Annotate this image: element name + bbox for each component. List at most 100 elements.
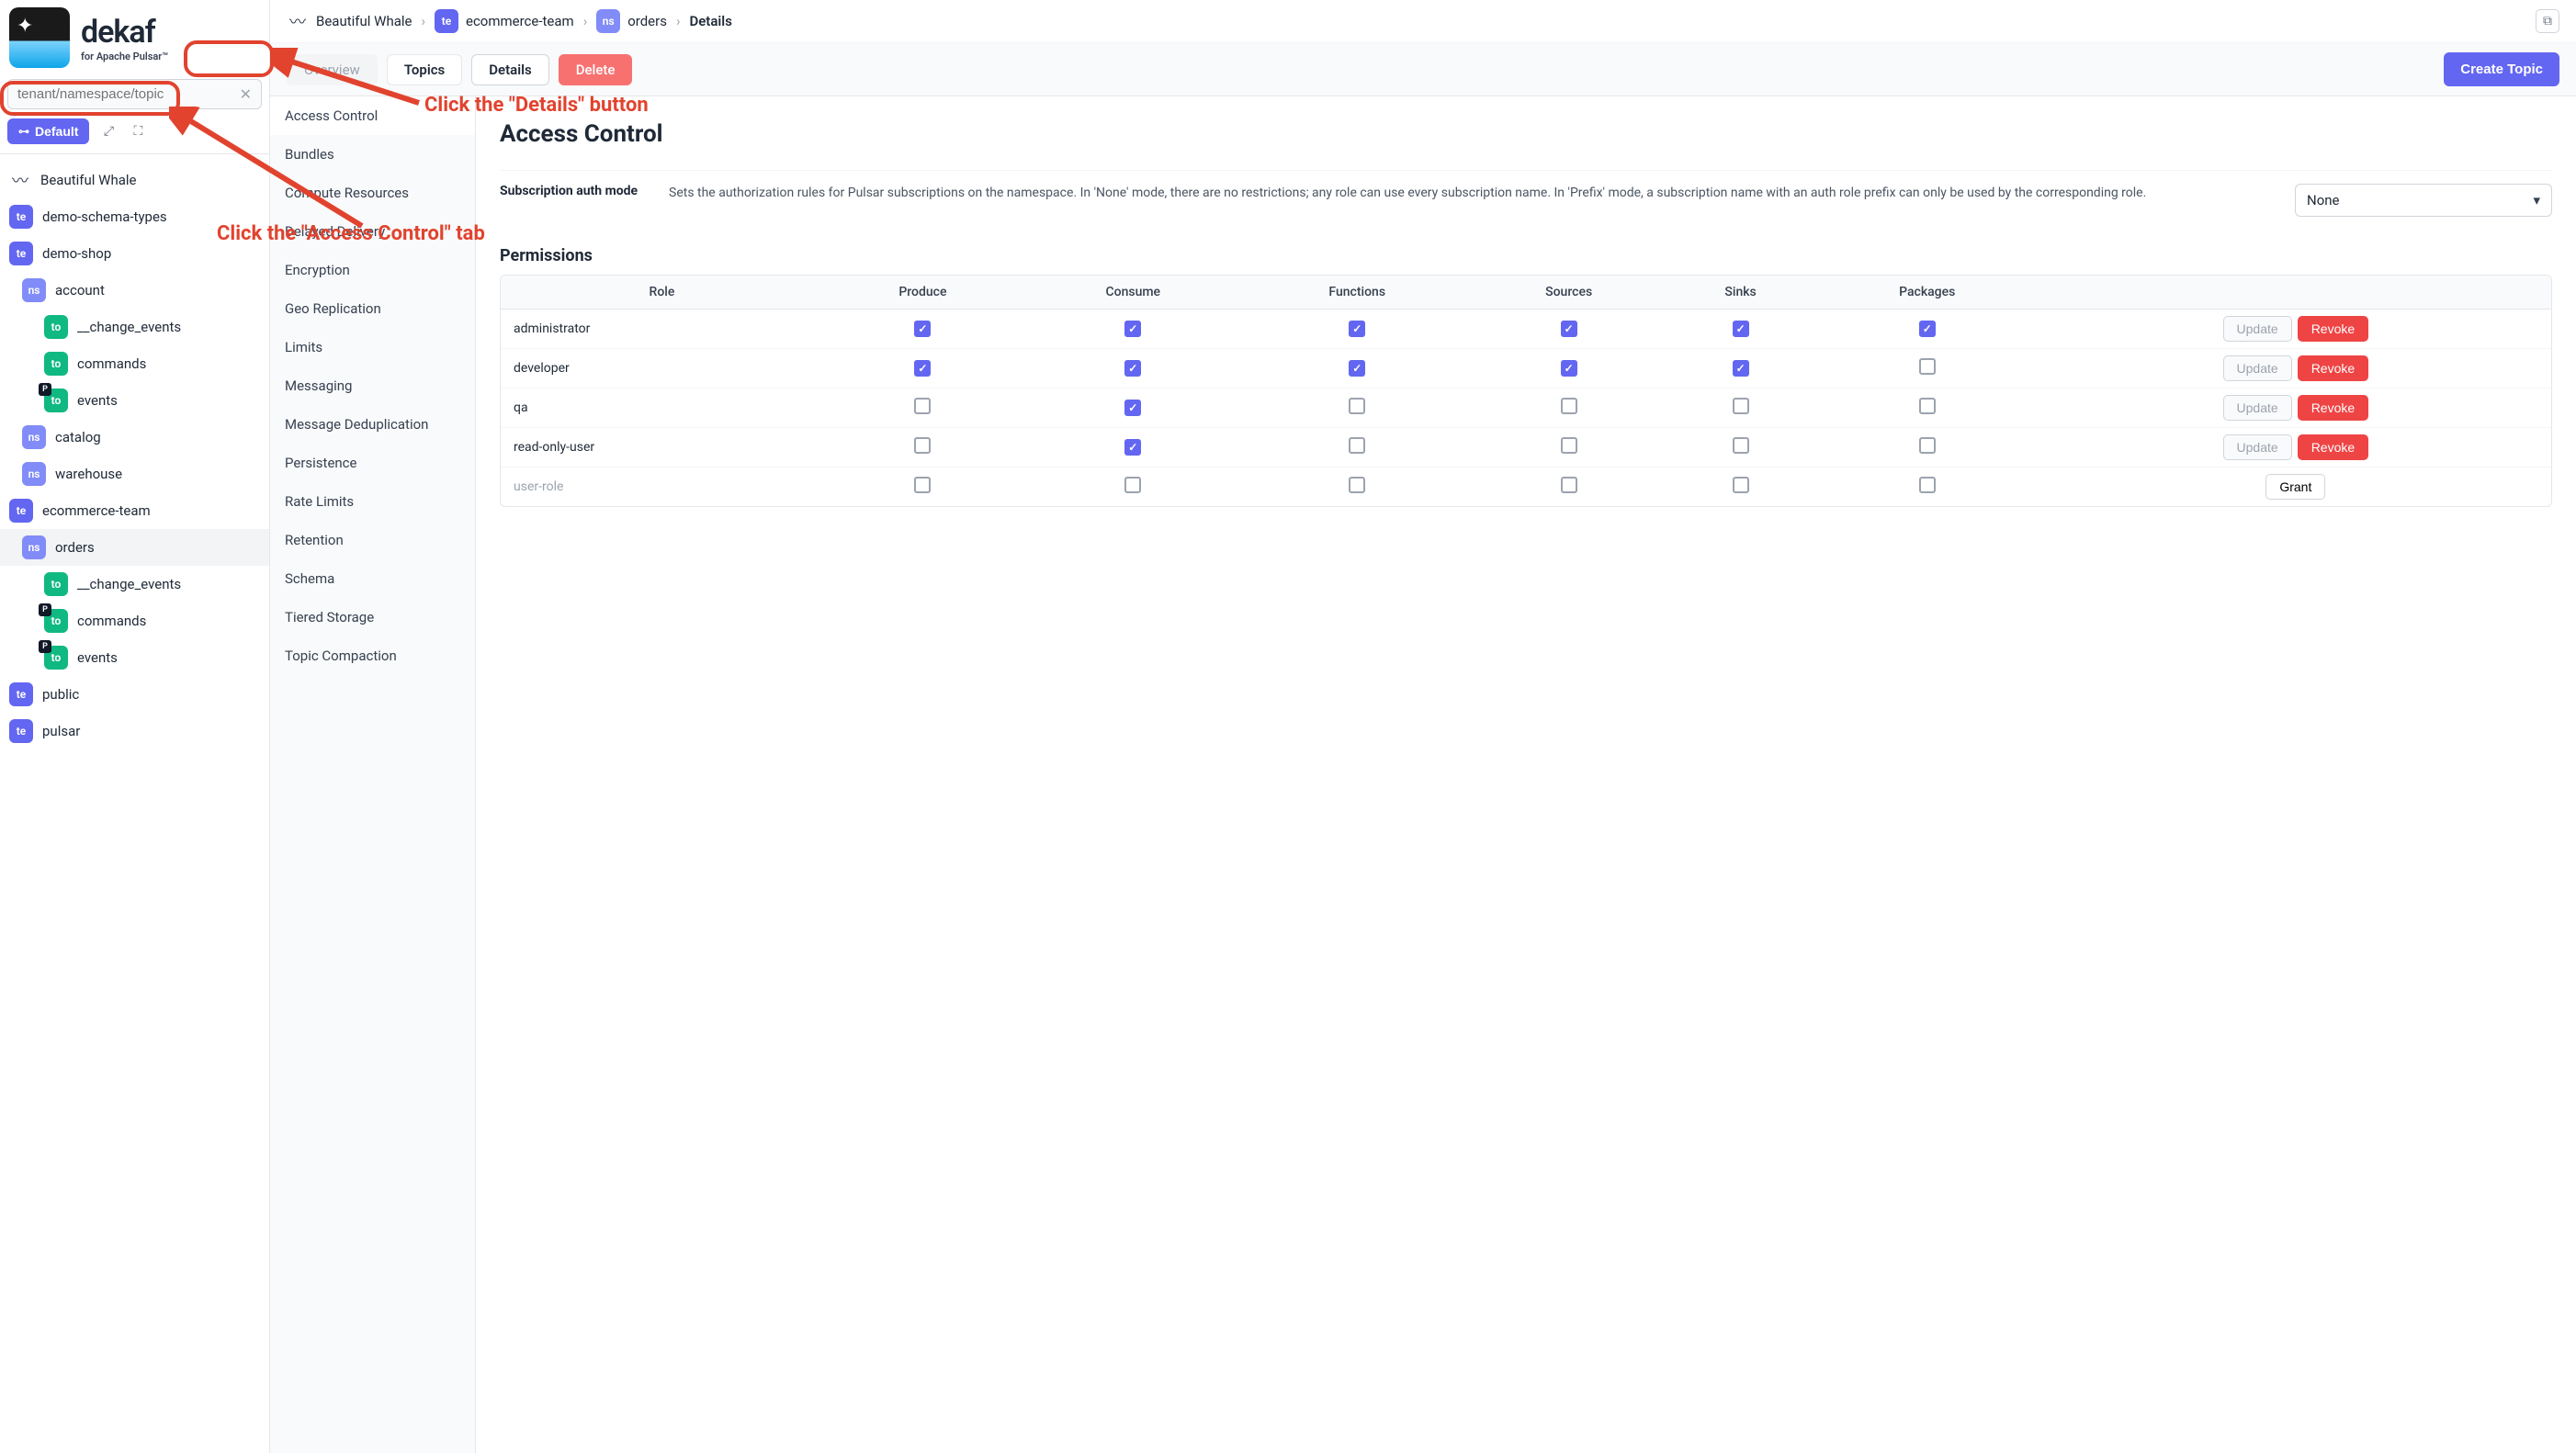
checkbox[interactable] — [1349, 437, 1365, 454]
section-tiered-storage[interactable]: Tiered Storage — [270, 598, 475, 636]
tree-item-warehouse[interactable]: nswarehouse — [0, 456, 269, 492]
checkbox[interactable] — [1124, 439, 1141, 456]
section-compute-resources[interactable]: Compute Resources — [270, 174, 475, 212]
create-topic-button[interactable]: Create Topic — [2444, 52, 2559, 86]
checkbox[interactable] — [1919, 398, 1936, 414]
revoke-button[interactable]: Revoke — [2298, 434, 2368, 460]
to-badge: to — [44, 389, 68, 412]
checkbox[interactable] — [1919, 358, 1936, 375]
logo-text: dekaf for Apache Pulsar™ — [81, 14, 168, 62]
checkbox[interactable] — [914, 477, 931, 493]
section-bundles[interactable]: Bundles — [270, 135, 475, 174]
section-retention[interactable]: Retention — [270, 521, 475, 559]
crumb-tenant[interactable]: teecommerce-team — [435, 9, 574, 33]
checkbox[interactable] — [1349, 477, 1365, 493]
update-button[interactable]: Update — [2223, 434, 2292, 460]
checkbox[interactable] — [1733, 477, 1749, 493]
section-persistence[interactable]: Persistence — [270, 444, 475, 482]
search-input-wrapper[interactable]: ✕ — [7, 79, 262, 109]
tree-item-commands[interactable]: tocommands — [0, 345, 269, 382]
tree-item-events[interactable]: toevents — [0, 639, 269, 676]
section-message-deduplication[interactable]: Message Deduplication — [270, 405, 475, 444]
tree-item-orders[interactable]: nsorders — [0, 529, 269, 566]
checkbox[interactable] — [1124, 400, 1141, 416]
tree-item--change-events[interactable]: to__change_events — [0, 566, 269, 603]
collapse-icon[interactable]: ⤢ — [98, 121, 119, 141]
chevron-right-icon: › — [676, 13, 681, 29]
crumb-cluster[interactable]: 〰Beautiful Whale — [287, 9, 412, 33]
grant-button[interactable]: Grant — [2265, 474, 2325, 500]
sidebar: dekaf for Apache Pulsar™ ✕ ⊶ Default ⤢ ⛶… — [0, 0, 270, 1453]
key-icon: ⊶ — [18, 125, 29, 138]
checkbox[interactable] — [1733, 360, 1749, 377]
checkbox[interactable] — [914, 321, 931, 337]
tree-item-account[interactable]: nsaccount — [0, 272, 269, 309]
crumb-namespace[interactable]: nsorders — [596, 9, 667, 33]
update-button[interactable]: Update — [2223, 316, 2292, 342]
revoke-button[interactable]: Revoke — [2298, 395, 2368, 421]
tree-item-demo-schema-types[interactable]: tedemo-schema-types — [0, 198, 269, 235]
brand-name: dekaf — [81, 14, 168, 51]
role-cell[interactable]: user-role — [501, 467, 823, 506]
tree-item-commands[interactable]: tocommands — [0, 603, 269, 639]
checkbox[interactable] — [914, 398, 931, 414]
revoke-button[interactable]: Revoke — [2298, 355, 2368, 381]
checkbox[interactable] — [914, 437, 931, 454]
checkbox[interactable] — [1919, 321, 1936, 337]
tree-item-pulsar[interactable]: tepulsar — [0, 713, 269, 749]
tree-item-events[interactable]: toevents — [0, 382, 269, 419]
tree-item-demo-shop[interactable]: tedemo-shop — [0, 235, 269, 272]
tree-item-beautiful-whale[interactable]: 〰Beautiful Whale — [0, 162, 269, 198]
checkbox[interactable] — [1349, 360, 1365, 377]
tab-delete[interactable]: Delete — [559, 54, 633, 85]
tree-item-catalog[interactable]: nscatalog — [0, 419, 269, 456]
checkbox[interactable] — [1561, 321, 1577, 337]
search-input[interactable] — [17, 86, 240, 102]
checkbox[interactable] — [1349, 321, 1365, 337]
col-packages: Packages — [1814, 276, 2040, 310]
locate-icon[interactable]: ⛶ — [128, 121, 148, 141]
section-limits[interactable]: Limits — [270, 328, 475, 366]
tab-overview[interactable]: Overview — [287, 54, 378, 85]
ns-badge: ns — [22, 278, 46, 302]
sub-auth-select[interactable]: None ▾ — [2295, 184, 2552, 217]
clear-search-icon[interactable]: ✕ — [240, 85, 252, 103]
section-encryption[interactable]: Encryption — [270, 251, 475, 289]
checkbox[interactable] — [1124, 321, 1141, 337]
col-sources: Sources — [1471, 276, 1667, 310]
tab-details[interactable]: Details — [471, 54, 548, 85]
section-messaging[interactable]: Messaging — [270, 366, 475, 405]
copy-icon[interactable]: ⧉ — [2536, 9, 2559, 33]
update-button[interactable]: Update — [2223, 355, 2292, 381]
section-delayed-delivery[interactable]: Delayed Delivery — [270, 212, 475, 251]
section-geo-replication[interactable]: Geo Replication — [270, 289, 475, 328]
checkbox[interactable] — [914, 360, 931, 377]
section-topic-compaction[interactable]: Topic Compaction — [270, 636, 475, 675]
table-row: administratorUpdateRevoke — [501, 310, 2551, 349]
checkbox[interactable] — [1561, 398, 1577, 414]
panel-access-control: Access Control Subscription auth mode Se… — [476, 96, 2576, 1453]
checkbox[interactable] — [1561, 360, 1577, 377]
update-button[interactable]: Update — [2223, 395, 2292, 421]
checkbox[interactable] — [1561, 437, 1577, 454]
tree-item--change-events[interactable]: to__change_events — [0, 309, 269, 345]
section-access-control[interactable]: Access Control — [270, 96, 475, 135]
section-nav: Access ControlBundlesCompute ResourcesDe… — [270, 96, 476, 1453]
checkbox[interactable] — [1349, 398, 1365, 414]
checkbox[interactable] — [1919, 437, 1936, 454]
tab-topics[interactable]: Topics — [387, 54, 462, 85]
section-rate-limits[interactable]: Rate Limits — [270, 482, 475, 521]
checkbox[interactable] — [1124, 360, 1141, 377]
te-badge: te — [9, 499, 33, 523]
checkbox[interactable] — [1919, 477, 1936, 493]
revoke-button[interactable]: Revoke — [2298, 316, 2368, 342]
section-schema[interactable]: Schema — [270, 559, 475, 598]
default-profile-button[interactable]: ⊶ Default — [7, 118, 89, 144]
checkbox[interactable] — [1733, 321, 1749, 337]
tree-item-public[interactable]: tepublic — [0, 676, 269, 713]
checkbox[interactable] — [1733, 437, 1749, 454]
tree-item-ecommerce-team[interactable]: teecommerce-team — [0, 492, 269, 529]
checkbox[interactable] — [1733, 398, 1749, 414]
checkbox[interactable] — [1124, 477, 1141, 493]
checkbox[interactable] — [1561, 477, 1577, 493]
